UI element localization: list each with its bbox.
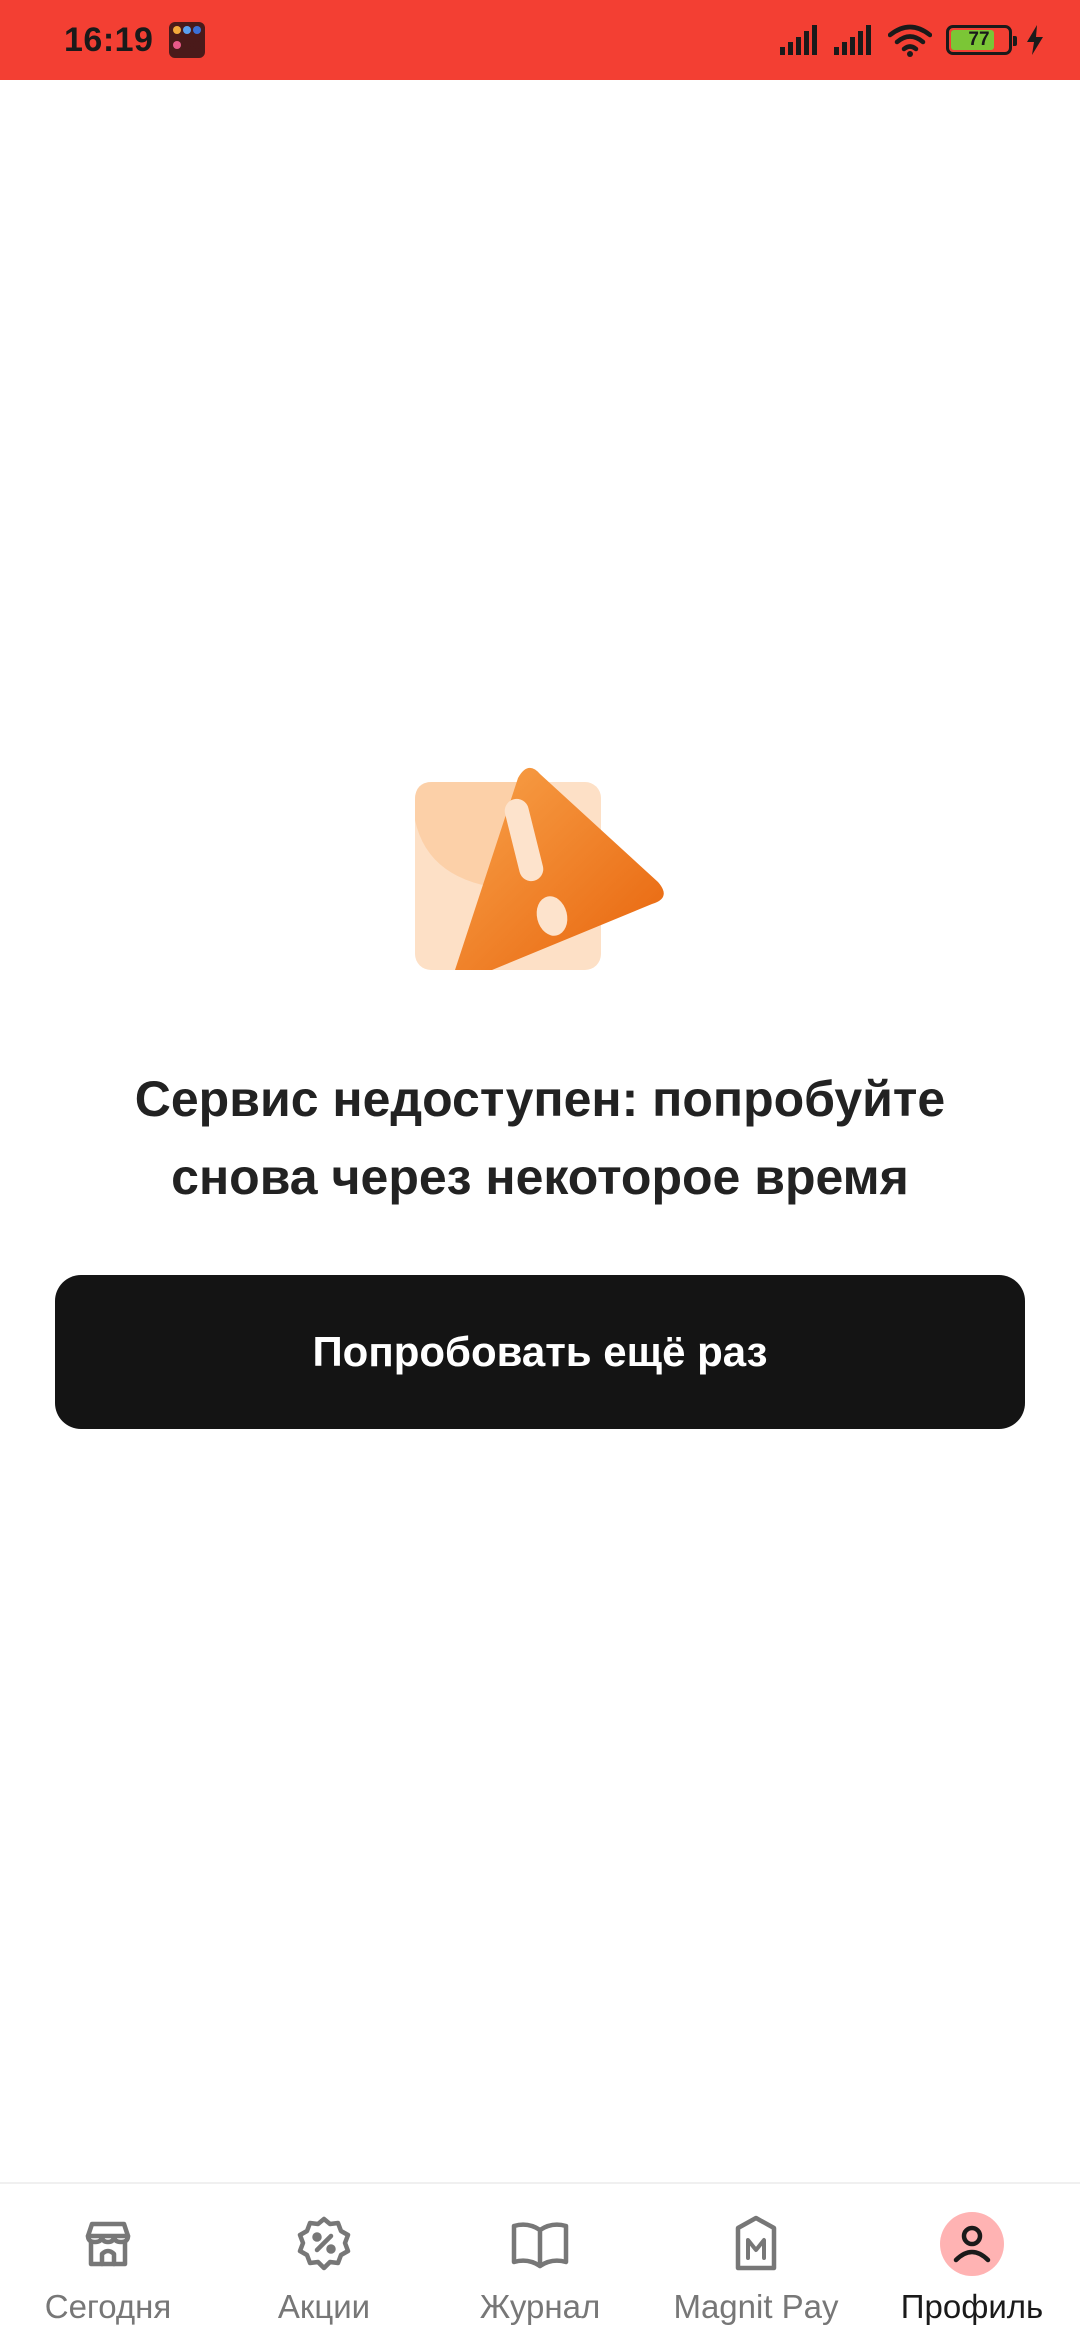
nav-label-today: Сегодня xyxy=(44,2288,172,2325)
nav-item-promotions[interactable]: Акции xyxy=(216,2212,432,2326)
battery-level: 77 xyxy=(968,29,990,50)
discount-badge-icon xyxy=(292,2212,356,2276)
bottom-nav: Сегодня Акции Журнал Magnit Pay Профиль xyxy=(0,2182,1080,2340)
battery-icon: 77 xyxy=(946,25,1017,55)
warning-triangle-icon xyxy=(415,767,664,970)
profile-icon xyxy=(940,2212,1004,2276)
nav-item-today[interactable]: Сегодня xyxy=(0,2212,216,2326)
nav-label-promotions: Акции xyxy=(277,2288,371,2325)
nav-label-magnit-pay: Magnit Pay xyxy=(673,2288,839,2325)
storefront-icon xyxy=(76,2212,140,2276)
status-time: 16:19 xyxy=(64,20,154,59)
notification-apps-icon xyxy=(169,22,206,58)
magnit-pay-icon xyxy=(724,2212,788,2276)
error-message: Сервис недоступен: попробуйте снова чере… xyxy=(60,1060,1020,1216)
nav-item-profile[interactable]: Профиль xyxy=(864,2212,1080,2326)
error-message-line1: Сервис недоступен: попробуйте xyxy=(134,1071,946,1127)
status-left: 16:19 xyxy=(64,20,206,60)
retry-button[interactable]: Попробовать ещё раз xyxy=(55,1275,1025,1429)
charging-icon xyxy=(1027,25,1043,55)
status-right: 77 xyxy=(780,23,1044,57)
nav-label-journal: Журнал xyxy=(479,2288,601,2325)
open-book-icon xyxy=(508,2212,572,2276)
signal-icon-2 xyxy=(834,25,871,55)
wifi-icon xyxy=(888,24,932,57)
error-message-line2: снова через некоторое время xyxy=(171,1149,909,1205)
status-bar: 16:19 77 xyxy=(0,0,1080,80)
nav-item-journal[interactable]: Журнал xyxy=(432,2212,648,2326)
signal-icon xyxy=(780,25,817,55)
nav-label-profile: Профиль xyxy=(900,2288,1044,2325)
nav-item-magnit-pay[interactable]: Magnit Pay xyxy=(648,2212,864,2326)
